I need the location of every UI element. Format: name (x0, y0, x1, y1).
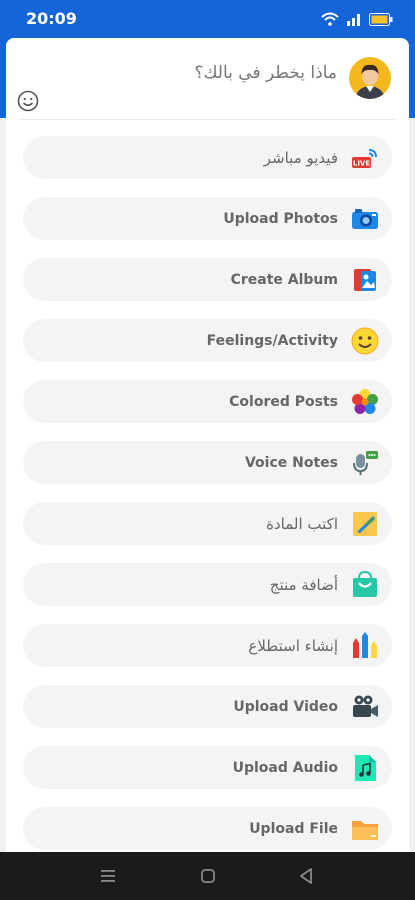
option-feelings-activity[interactable]: Feelings/Activity (23, 319, 392, 362)
option-colored-posts[interactable]: Colored Posts (23, 380, 392, 423)
back-icon[interactable] (294, 864, 318, 888)
color-flower-icon (352, 389, 378, 414)
album-icon (354, 269, 376, 291)
option-label: Voice Notes (244, 454, 338, 471)
microphone-icon (353, 451, 378, 475)
option-label: إنشاء استطلاع (248, 636, 338, 655)
option-label: اكتب المادة (266, 514, 338, 533)
video-camera-icon (353, 695, 378, 717)
option-label: فيديو مباشر (263, 148, 338, 167)
smiley-icon (351, 327, 379, 355)
emoji-icon[interactable] (16, 89, 40, 113)
live-video-icon: LIVE (352, 149, 377, 168)
composer-placeholder[interactable]: ماذا يخطر في بالك؟ (194, 63, 337, 83)
option-write-article[interactable]: اكتب المادة (23, 502, 392, 545)
write-article-icon (353, 512, 377, 536)
folder-icon (352, 821, 378, 840)
poll-icon (353, 632, 377, 658)
option-upload-video[interactable]: Upload Video (23, 685, 392, 728)
camera-icon (352, 209, 378, 229)
create-post-sheet: ماذا يخطر في بالك؟ فيديو مباشر LIVE Uplo… (6, 38, 409, 852)
signal-icon (347, 14, 360, 26)
home-icon[interactable] (196, 864, 220, 888)
option-label: Upload Audio (232, 759, 338, 776)
option-label: Upload Photos (223, 210, 338, 227)
option-upload-photos[interactable]: Upload Photos (23, 197, 392, 240)
divider (20, 119, 395, 120)
option-label: Upload File (249, 820, 338, 837)
menu-icon[interactable] (96, 864, 120, 888)
option-create-album[interactable]: Create Album (23, 258, 392, 301)
status-bar: 20:09 (0, 0, 415, 38)
option-label: أضافة منتج (269, 575, 338, 594)
option-label: Colored Posts (229, 393, 338, 410)
option-add-product[interactable]: أضافة منتج (23, 563, 392, 606)
battery-icon (369, 12, 393, 26)
wifi-icon (321, 12, 339, 26)
post-composer[interactable]: ماذا يخطر في بالك؟ (6, 38, 409, 120)
option-upload-file[interactable]: Upload File (23, 807, 392, 850)
option-label: Feelings/Activity (206, 332, 338, 349)
option-create-poll[interactable]: إنشاء استطلاع (23, 624, 392, 667)
option-voice-notes[interactable]: Voice Notes (23, 441, 392, 484)
status-time: 20:09 (26, 9, 77, 28)
option-label: Create Album (230, 271, 338, 288)
option-label: Upload Video (233, 698, 338, 715)
post-options-list: فيديو مباشر LIVE Upload Photos Create Al… (23, 136, 392, 852)
avatar (349, 57, 391, 99)
shopping-bag-icon (353, 571, 377, 597)
option-live-video[interactable]: فيديو مباشر LIVE (23, 136, 392, 179)
option-upload-audio[interactable]: Upload Audio (23, 746, 392, 789)
status-icons (321, 9, 393, 29)
svg-text:LIVE: LIVE (353, 160, 370, 168)
audio-file-icon (355, 755, 376, 781)
navigation-bar (0, 852, 415, 900)
